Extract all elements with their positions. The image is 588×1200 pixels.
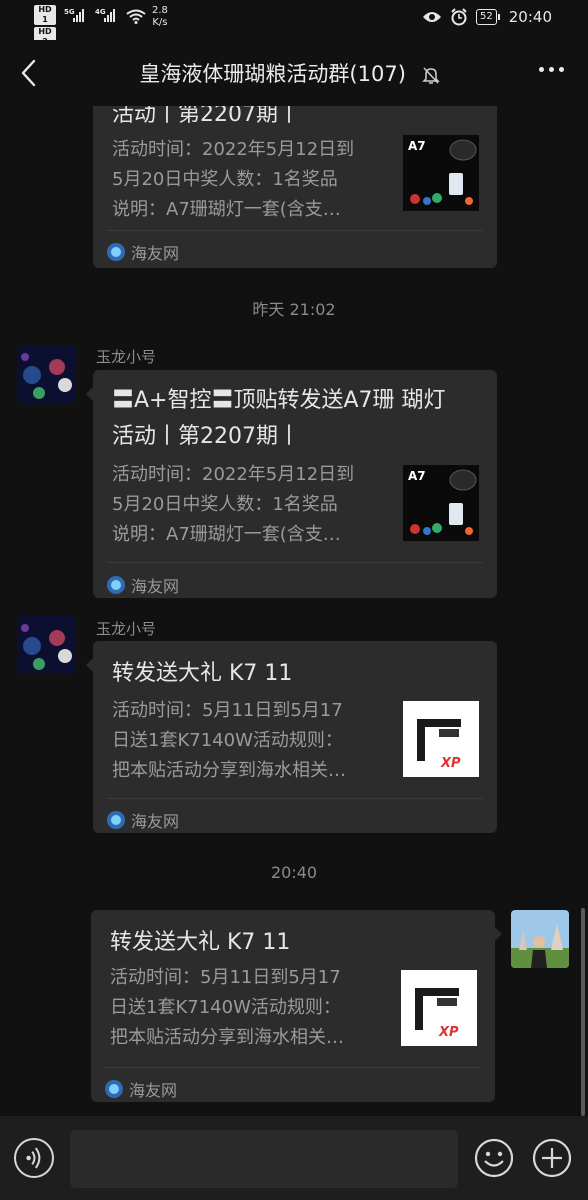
signal2-icon <box>104 8 115 22</box>
source-name: 海友网 <box>131 577 180 596</box>
chat-title: 皇海液体珊瑚粮活动群(107) <box>139 62 406 86</box>
status-right: 52 20:40 <box>422 8 552 26</box>
wifi-icon <box>126 9 146 24</box>
speed-unit: K/s <box>152 17 168 28</box>
card-title-line: 〓A+智控〓顶贴转发送A7珊 瑚灯 <box>112 388 446 413</box>
thumb-label: A7 <box>408 139 426 153</box>
thumbnail-image: XP <box>403 701 479 777</box>
status-bar: HD 1 HD 2 5G 4G 2.8 K/s 52 20:40 <box>0 0 588 47</box>
voice-input-icon[interactable] <box>14 1138 54 1178</box>
card-desc-line: 活动时间：2022年5月12日到 <box>112 464 355 485</box>
bubble-tail <box>494 926 502 942</box>
card-desc-line: 活动时间：5月11日到5月17 <box>110 967 341 988</box>
card-divider <box>107 230 483 231</box>
thumbnail-image: A7 <box>403 465 479 541</box>
source-name: 海友网 <box>131 244 180 263</box>
alarm-icon <box>451 8 467 26</box>
speed-value: 2.8 <box>152 5 168 16</box>
timestamp: 20:40 <box>270 863 318 882</box>
sender-name: 玉龙小号 <box>96 620 157 638</box>
card-desc-line: 日送1套K7140W活动规则： <box>110 997 341 1018</box>
card-source: 海友网 <box>107 240 179 264</box>
chat-title-wrap: 皇海液体珊瑚粮活动群(107) <box>0 58 588 88</box>
source-app-icon <box>105 1080 123 1098</box>
link-card[interactable]: 转发送大礼 K7 11 活动时间：5月11日到5月17 日送1套K7140W活动… <box>91 910 502 1102</box>
card-desc-line: 把本贴活动分享到海水相关… <box>110 1027 344 1048</box>
input-bar <box>0 1116 588 1200</box>
battery-icon: 52 <box>476 9 500 25</box>
bubble-tail <box>86 657 94 673</box>
thumb-label: A7 <box>408 469 426 483</box>
card-title: 转发送大礼 K7 11 <box>112 661 293 686</box>
card-desc-line: 活动时间：5月11日到5月17 <box>112 700 343 721</box>
avatar[interactable] <box>17 616 75 674</box>
card-source: 海友网 <box>107 573 179 597</box>
source-app-icon <box>107 811 125 829</box>
card-divider <box>105 1067 481 1068</box>
thumbnail-image: XP <box>401 970 477 1046</box>
timestamp: 昨天 21:02 <box>252 300 336 319</box>
source-app-icon <box>107 243 125 261</box>
source-name: 海友网 <box>129 1081 178 1100</box>
card-desc-line: 日送1套K7140W活动规则： <box>112 730 343 751</box>
bubble-tail <box>86 386 94 402</box>
card-title-line: 活动丨第2207期丨 <box>112 424 300 449</box>
card-title: 转发送大礼 K7 11 <box>110 930 291 955</box>
avatar[interactable] <box>17 345 75 403</box>
eye-icon <box>423 12 442 22</box>
source-app-icon <box>107 576 125 594</box>
thumbnail-image: A7 <box>403 135 479 211</box>
card-source: 海友网 <box>107 808 179 832</box>
link-card[interactable]: 活动丨第2207期丨 活动时间：2022年5月12日到 5月20日中奖人数：1名… <box>93 106 497 268</box>
signal1-icon <box>73 8 84 22</box>
card-desc-line: 说明：A7珊瑚灯一套(含支… <box>112 524 341 545</box>
clock: 20:40 <box>508 8 552 26</box>
mute-bell-icon <box>421 67 440 84</box>
link-card[interactable]: 转发送大礼 K7 11 活动时间：5月11日到5月17 日送1套K7140W活动… <box>86 641 497 833</box>
chat-header: 皇海液体珊瑚粮活动群(107) <box>0 40 588 106</box>
card-divider <box>107 798 483 799</box>
chat-message-list[interactable]: 活动丨第2207期丨 活动时间：2022年5月12日到 5月20日中奖人数：1名… <box>0 106 588 1116</box>
card-desc-line: 活动时间：2022年5月12日到 <box>112 139 355 160</box>
thumb-label: XP <box>438 1025 459 1040</box>
scrollbar[interactable] <box>581 908 585 1116</box>
link-card[interactable]: 〓A+智控〓顶贴转发送A7珊 瑚灯 活动丨第2207期丨 活动时间：2022年5… <box>86 370 497 598</box>
my-avatar[interactable] <box>511 910 569 968</box>
plus-icon[interactable] <box>532 1138 572 1178</box>
card-desc-line: 说明：A7珊瑚灯一套(含支… <box>112 199 341 220</box>
card-desc-line: 把本贴活动分享到海水相关… <box>112 760 346 781</box>
thumb-label: XP <box>440 756 461 771</box>
hd1-badge: HD 1 <box>34 5 56 25</box>
source-name: 海友网 <box>131 812 180 831</box>
more-options-icon[interactable] <box>539 67 564 72</box>
card-divider <box>107 562 483 563</box>
card-title: 活动丨第2207期丨 <box>112 106 300 127</box>
message-input[interactable] <box>70 1130 458 1188</box>
card-source: 海友网 <box>105 1077 177 1101</box>
card-desc-line: 5月20日中奖人数：1名奖品 <box>112 169 338 190</box>
emoji-icon[interactable] <box>474 1138 514 1178</box>
card-desc-line: 5月20日中奖人数：1名奖品 <box>112 494 338 515</box>
sender-name: 玉龙小号 <box>96 348 157 366</box>
net-speed: 2.8 K/s <box>152 5 168 29</box>
